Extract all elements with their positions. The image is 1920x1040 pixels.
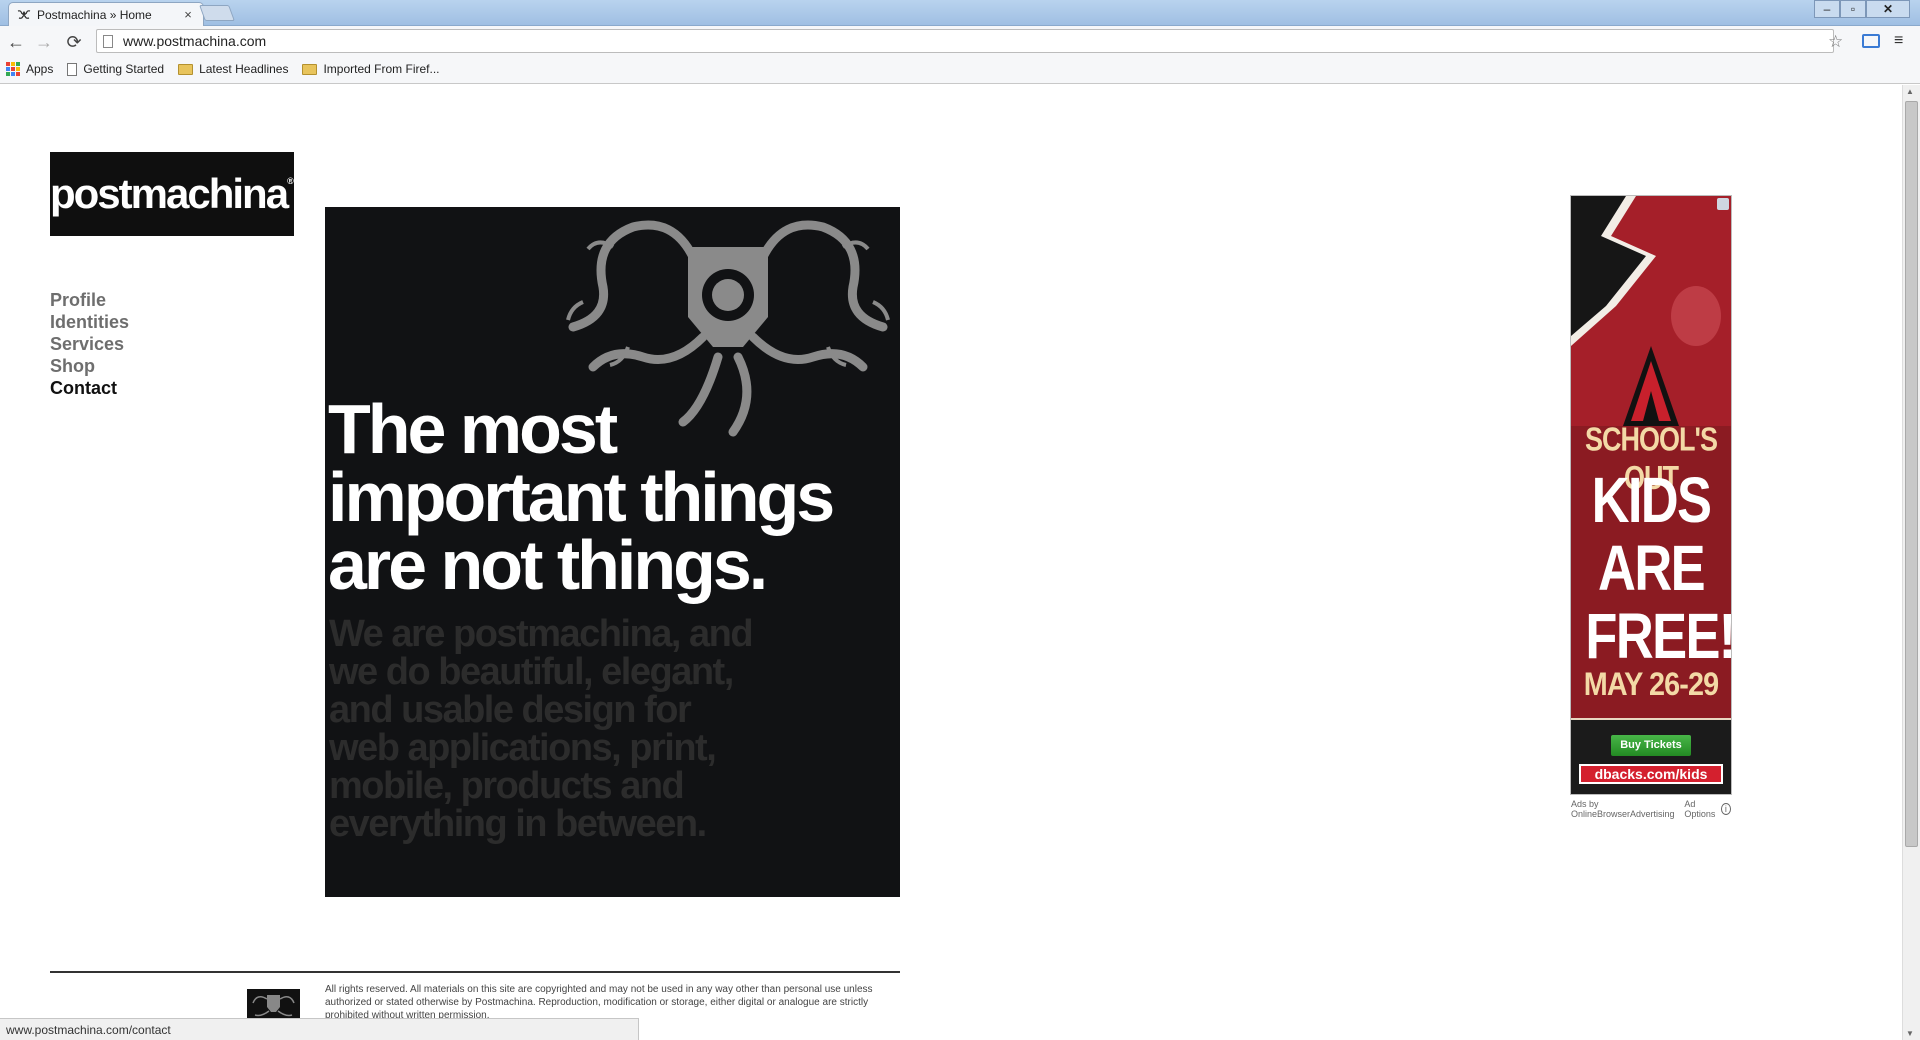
bookmark-imported[interactable]: Imported From Firef... <box>302 62 440 76</box>
footer-copyright: All rights reserved. All materials on th… <box>325 984 873 1021</box>
scrollbar-thumb[interactable] <box>1905 101 1918 847</box>
ad-info-icon[interactable] <box>1717 198 1729 210</box>
ad-big-line: FREE! <box>1585 600 1732 672</box>
menu-icon[interactable]: ≡ <box>1894 32 1903 50</box>
site-nav: Profile Identities Services Shop Contact <box>50 289 129 399</box>
ad-big-line: ARE <box>1598 532 1706 604</box>
bookmark-star-icon[interactable]: ☆ <box>1828 32 1843 52</box>
status-bar: www.postmachina.com/contact <box>0 1018 639 1040</box>
ad-date: MAY 26-29 <box>1583 666 1719 702</box>
browser-toolbar: ← → ⟳ www.postmachina.com ☆ ≡ Apps Getti… <box>0 26 1920 84</box>
nav-contact[interactable]: Contact <box>50 377 129 399</box>
folder-icon <box>178 63 194 75</box>
folder-icon <box>302 63 318 75</box>
extension-icon[interactable] <box>1862 34 1880 48</box>
reload-icon[interactable]: ⟳ <box>62 31 86 53</box>
ad-footer: Buy Tickets dbacks.com/kids <box>1571 718 1731 794</box>
info-icon[interactable]: i <box>1720 803 1731 815</box>
ad-credit[interactable]: Ads by OnlineBrowserAdvertising Ad Optio… <box>1571 799 1731 819</box>
minimize-icon[interactable]: – <box>1814 0 1840 18</box>
nav-identities[interactable]: Identities <box>50 311 129 333</box>
hero-banner: The most important things are not things… <box>325 207 900 897</box>
maximize-icon[interactable]: ▫ <box>1840 0 1866 18</box>
page-content: postmachina ® Profile Identities Service… <box>0 85 1902 1040</box>
scroll-up-icon[interactable]: ▲ <box>1906 87 1914 96</box>
browser-tab[interactable]: Postmachina » Home × <box>8 2 204 26</box>
footer-divider <box>50 971 900 973</box>
ad-options-link[interactable]: Ad Options <box>1684 799 1720 819</box>
postmachina-favicon-icon <box>17 9 31 19</box>
site-logo[interactable]: postmachina ® <box>50 152 294 236</box>
browser-title-bar: Postmachina » Home × – ▫ ✕ <box>0 0 1920 26</box>
ad-url-link[interactable]: dbacks.com/kids <box>1579 764 1723 784</box>
hero-headline: The most important things are not things… <box>328 390 835 604</box>
address-bar[interactable]: www.postmachina.com <box>96 29 1834 53</box>
forward-icon[interactable]: → <box>32 31 56 53</box>
hero-subtext: We are postmachina, and we do beautiful,… <box>329 613 754 845</box>
tab-close-icon[interactable]: × <box>181 7 195 22</box>
nav-profile[interactable]: Profile <box>50 289 129 311</box>
vertical-scrollbar[interactable]: ▲ ▼ <box>1902 85 1920 1040</box>
bookmarks-bar: Apps Getting Started Latest Headlines Im… <box>6 60 454 78</box>
logo-text: postmachina <box>50 170 289 217</box>
new-tab-button[interactable] <box>199 5 235 21</box>
page-icon <box>103 34 113 48</box>
ad-photo-and-logo-icon <box>1571 196 1731 426</box>
advertisement[interactable]: SCHOOL'S OUT KIDS ARE FREE! MAY 26-29 Bu… <box>1570 195 1732 795</box>
window-controls: – ▫ ✕ <box>1814 0 1910 20</box>
ad-credit-text: Ads by OnlineBrowserAdvertising <box>1571 799 1675 819</box>
logo-registered-mark: ® <box>287 176 294 186</box>
address-bar-url: www.postmachina.com <box>123 33 267 49</box>
ad-big-line: KIDS <box>1591 464 1712 536</box>
bookmark-label: Imported From Firef... <box>323 62 440 76</box>
bookmark-label: Getting Started <box>83 62 165 76</box>
tab-title: Postmachina » Home <box>37 7 152 22</box>
bookmark-apps[interactable]: Apps <box>6 62 53 76</box>
ad-big-text: KIDS ARE FREE! <box>1585 464 1732 672</box>
close-window-icon[interactable]: ✕ <box>1866 0 1910 18</box>
status-url: www.postmachina.com/contact <box>6 1023 171 1037</box>
bookmark-label: Latest Headlines <box>199 62 289 76</box>
bookmark-latest-headlines[interactable]: Latest Headlines <box>178 62 288 76</box>
bookmark-label: Apps <box>26 62 54 76</box>
page-icon <box>67 62 78 76</box>
nav-services[interactable]: Services <box>50 333 129 355</box>
scroll-down-icon[interactable]: ▼ <box>1906 1029 1914 1038</box>
back-icon[interactable]: ← <box>4 31 28 53</box>
buy-tickets-button[interactable]: Buy Tickets <box>1611 735 1691 756</box>
nav-shop[interactable]: Shop <box>50 355 129 377</box>
bookmark-getting-started[interactable]: Getting Started <box>67 62 164 76</box>
apps-grid-icon <box>6 62 20 76</box>
footer-logo-thumbnail-icon <box>247 989 300 1021</box>
